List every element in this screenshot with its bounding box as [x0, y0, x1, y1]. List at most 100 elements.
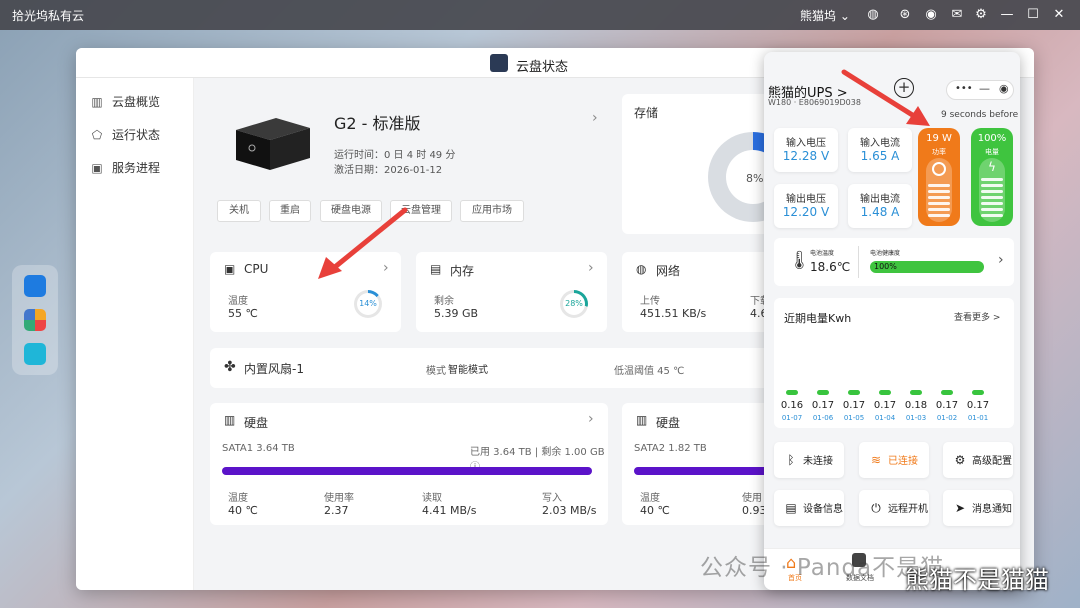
energy-date: 01-05: [843, 414, 865, 422]
ups-panel: 熊猫的UPS > W180 · E8069019D038 + ••• — ◉ 9…: [764, 52, 1020, 590]
chevron-right-icon: ›: [588, 260, 594, 276]
fan-icon: ✤: [224, 359, 236, 375]
energy-bar: [972, 390, 984, 395]
media-player-icon[interactable]: [24, 343, 46, 365]
metric-label: 输入电流: [860, 138, 900, 149]
bluetooth-status-button[interactable]: ᛒ 未连接: [774, 442, 844, 478]
bluetooth-icon: ᛒ: [787, 453, 795, 467]
status-icon: ⬠: [91, 128, 103, 142]
metric-value: 1.65 A: [860, 149, 900, 163]
network-title: 网络: [656, 264, 681, 278]
sidebar-item-status[interactable]: ⬠ 运行状态: [90, 125, 160, 145]
bluetooth-icon[interactable]: ⊛: [896, 6, 914, 24]
remote-power-button[interactable]: ⏻ 远程开机: [859, 490, 929, 526]
app-market-button[interactable]: 应用市场: [460, 200, 524, 222]
energy-bar: [817, 390, 829, 395]
disk-stat-value: 40 ℃: [228, 504, 258, 517]
disk-stat-label: 使用率: [324, 493, 354, 504]
energy-bar: [848, 390, 860, 395]
fan-card[interactable]: ✤ 内置风扇-1 模式 智能模式 低温阈值 45 ℃: [210, 348, 802, 388]
energy-value: 0.17: [842, 400, 866, 411]
metric-value: 1.48 A: [860, 205, 900, 219]
energy-bar: [941, 390, 953, 395]
energy-date: 01-02: [936, 414, 958, 422]
restart-button[interactable]: 重启: [269, 200, 311, 222]
maximize-icon[interactable]: ☐: [1024, 6, 1042, 24]
disk-power-button[interactable]: 硬盘电源: [320, 200, 382, 222]
minimize-icon[interactable]: —: [998, 6, 1016, 24]
disk-card-sata1[interactable]: ▥ 硬盘 › SATA1 3.64 TB 已用 3.64 TB | 剩余 1.0…: [210, 403, 608, 525]
power-value: 19 W: [926, 133, 952, 144]
notifications-button[interactable]: ➤ 消息通知: [943, 490, 1013, 526]
battery-health-label: 电池健康度: [870, 250, 901, 257]
advanced-config-button[interactable]: ⚙ 高级配置: [943, 442, 1013, 478]
more-icon[interactable]: •••: [955, 83, 973, 94]
memory-card[interactable]: ▤ 内存 › 剩余 5.39 GB 28%: [416, 252, 607, 332]
fan-mode-label: 模式: [426, 366, 446, 377]
energy-title: 近期电量Kwh: [784, 312, 852, 325]
record-icon[interactable]: ◉: [999, 82, 1009, 95]
user-icon[interactable]: ◉: [922, 6, 940, 24]
storage-title: 存储: [634, 106, 659, 120]
storage-percent: 8%: [746, 172, 764, 185]
energy-value: 0.17: [811, 400, 835, 411]
action-label: 高级配置: [972, 456, 1012, 467]
dashboard-app-icon[interactable]: [24, 275, 46, 297]
user-menu[interactable]: 熊猫坞 ⌄: [800, 7, 850, 24]
disk-icon: ▥: [636, 413, 648, 427]
close-icon[interactable]: ✕: [1050, 6, 1068, 24]
metric-label: 输入电压: [786, 138, 826, 149]
chevron-right-icon: ›: [998, 252, 1004, 268]
upload-label: 上传: [640, 296, 660, 307]
metric-label: 输出电流: [860, 194, 900, 205]
cpu-card[interactable]: ▣ CPU › 温度 55 ℃ 14%: [210, 252, 401, 332]
action-label: 设备信息: [803, 504, 843, 515]
add-icon[interactable]: +: [894, 78, 914, 98]
watermark-logo-text: 熊猫不是猫猫: [905, 566, 1049, 594]
energy-bar: [879, 390, 891, 395]
globe-icon[interactable]: ◍: [864, 6, 882, 24]
chart-icon: ▥: [91, 95, 103, 109]
apps-grid-icon[interactable]: [24, 309, 46, 331]
energy-value: 0.18: [904, 400, 928, 411]
energy-value: 0.17: [966, 400, 990, 411]
battery-health-fill: 100%: [870, 261, 984, 273]
wifi-status-button[interactable]: ≋ 已连接: [859, 442, 929, 478]
app-title: 拾光坞私有云: [12, 9, 85, 23]
energy-card: 近期电量Kwh 查看更多 > 0.16 01-07 0.17 01-06 0.17 01-…: [774, 298, 1014, 428]
disk-stat-value: 0.93: [742, 504, 767, 517]
fan-title: 内置风扇-1: [244, 362, 304, 376]
sidebar-item-label: 云盘概览: [112, 95, 161, 109]
battery-health-card[interactable]: 🌡 电池温度 18.6℃ 电池健康度 100% ›: [774, 238, 1014, 286]
device-activation-date: 激活日期：2026-01-12: [334, 165, 443, 176]
shutdown-button[interactable]: 关机: [217, 200, 261, 222]
device-uptime: 运行时间：0 日 4 时 49 分: [334, 150, 456, 161]
send-icon: ➤: [954, 501, 966, 515]
memory-free-label: 剩余: [434, 296, 454, 307]
app-icon: [490, 54, 508, 72]
cpu-temp-label: 温度: [228, 296, 248, 307]
minimize-icon[interactable]: —: [979, 82, 990, 95]
energy-value: 0.16: [780, 400, 804, 411]
info-icon: ▤: [785, 501, 797, 515]
power-pill: 19 W 功率: [918, 128, 960, 226]
memory-icon: ▤: [430, 262, 442, 276]
cpu-usage-ring: 14%: [354, 290, 382, 318]
sidebar-item-overview[interactable]: ▥ 云盘概览: [90, 92, 160, 112]
disk-stat-label: 温度: [640, 493, 660, 504]
mail-icon[interactable]: ✉: [948, 6, 966, 24]
fan-threshold: 低温阈值 45 ℃: [614, 366, 685, 377]
sidebar: ▥ 云盘概览 ⬠ 运行状态 ▣ 服务进程: [76, 78, 194, 590]
gear-icon[interactable]: ⚙: [972, 6, 990, 24]
disk-icon: ▥: [224, 413, 236, 427]
metric-output-voltage: 输出电压 12.20 V: [774, 184, 838, 228]
device-image: [236, 118, 310, 170]
cloud-manage-button[interactable]: 云盘管理: [390, 200, 452, 222]
device-info-button[interactable]: ▤ 设备信息: [774, 490, 844, 526]
disk-stat-value: 4.41 MB/s: [422, 504, 477, 517]
metric-input-voltage: 输入电压 12.28 V: [774, 128, 838, 172]
chevron-right-icon[interactable]: ›: [592, 110, 598, 126]
sidebar-item-processes[interactable]: ▣ 服务进程: [90, 158, 160, 178]
see-more-link[interactable]: 查看更多 >: [954, 310, 1000, 323]
action-label: 消息通知: [972, 504, 1012, 515]
